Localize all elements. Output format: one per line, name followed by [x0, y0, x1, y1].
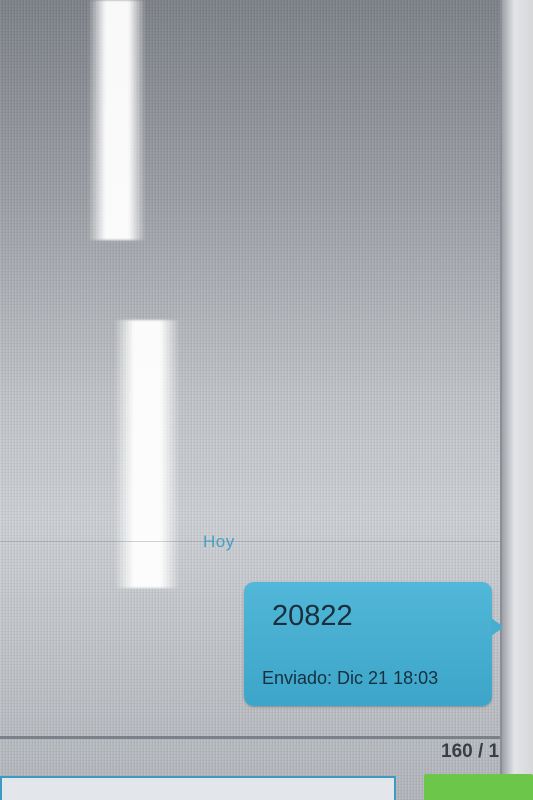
message-input[interactable] [0, 776, 396, 800]
light-glare [114, 320, 180, 588]
light-glare [88, 0, 146, 240]
sent-message-bubble[interactable]: 20822 Enviado: Dic 21 18:03 [244, 582, 504, 706]
character-counter: 160 / 1 [441, 741, 500, 762]
phone-frame-edge [502, 0, 533, 800]
message-status: Enviado: Dic 21 18:03 [262, 668, 439, 688]
composer-divider [0, 736, 500, 739]
date-divider-label: Hoy [203, 532, 235, 551]
date-divider-line [0, 541, 500, 542]
messaging-screen: Hoy 20822 Enviado: Dic 21 18:03 160 / 1 [0, 0, 504, 800]
send-button[interactable] [424, 774, 533, 800]
photo-of-phone-screen: Hoy 20822 Enviado: Dic 21 18:03 160 / 1 [0, 0, 533, 800]
message-text: 20822 [272, 600, 353, 632]
